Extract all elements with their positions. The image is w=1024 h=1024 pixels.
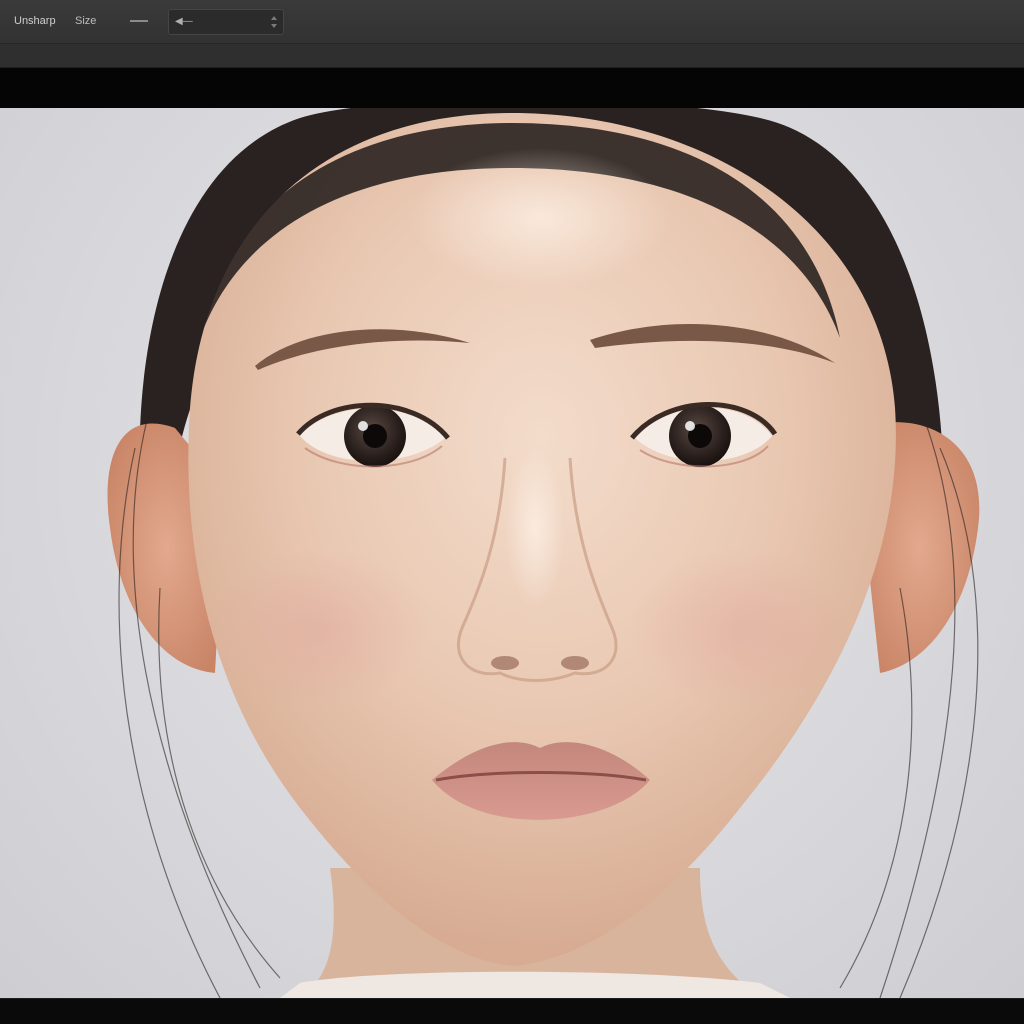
size-value-field[interactable]: ◀— bbox=[168, 9, 284, 35]
portrait-photo bbox=[107, 108, 980, 998]
status-bar bbox=[0, 998, 1024, 1024]
arrow-left-icon: ◀— bbox=[175, 16, 193, 27]
size-label[interactable]: Size bbox=[75, 15, 96, 27]
options-bar bbox=[0, 44, 1024, 68]
top-toolbar: Unsharp Size ◀— bbox=[0, 0, 1024, 44]
image-canvas[interactable] bbox=[0, 108, 1024, 998]
image-editor-window: Unsharp Size ◀— bbox=[0, 0, 1024, 1024]
filter-name-label[interactable]: Unsharp bbox=[14, 15, 56, 27]
separator-dash bbox=[130, 20, 148, 22]
panel-divider bbox=[0, 68, 1024, 108]
spinner-arrows-icon[interactable] bbox=[271, 15, 277, 29]
